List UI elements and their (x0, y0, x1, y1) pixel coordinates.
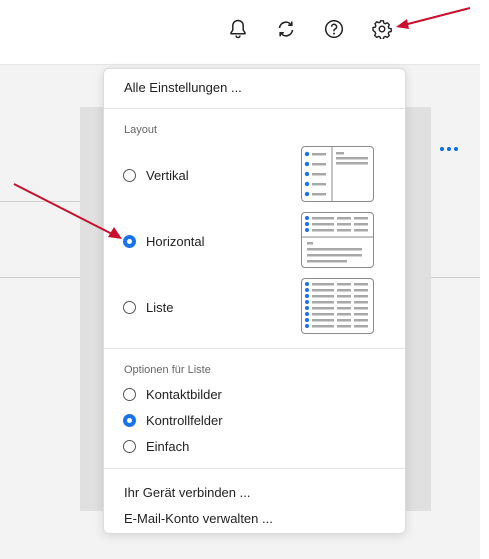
window-edge (480, 0, 489, 559)
help-icon[interactable] (318, 13, 350, 45)
radio-button[interactable] (123, 169, 136, 182)
layout-option-label: Horizontal (146, 234, 205, 249)
list-option-contact-pictures[interactable]: Kontaktbilder (123, 387, 222, 402)
layout-option-list[interactable]: Liste (123, 300, 173, 315)
list-option-checkboxes[interactable]: Kontrollfelder (123, 413, 223, 428)
list-option-label: Kontaktbilder (146, 387, 222, 402)
menu-separator (104, 468, 405, 469)
radio-button-selected[interactable] (123, 235, 136, 248)
more-options-icon[interactable] (440, 140, 460, 158)
layout-option-horizontal[interactable]: Horizontal (123, 234, 205, 249)
manage-account-link[interactable]: E-Mail-Konto verwalten ... (124, 511, 273, 526)
radio-button-selected[interactable] (123, 414, 136, 427)
top-toolbar (0, 0, 480, 65)
settings-gear-icon[interactable] (366, 13, 398, 45)
layout-option-label: Liste (146, 300, 174, 315)
list-layout-thumbnail[interactable] (301, 278, 374, 334)
sync-icon[interactable] (270, 13, 302, 45)
bell-icon[interactable] (222, 13, 254, 45)
list-option-label: Einfach (146, 439, 190, 454)
list-option-simple[interactable]: Einfach (123, 439, 189, 454)
list-options-heading: Optionen für Liste (124, 364, 211, 376)
menu-separator (104, 348, 405, 349)
radio-button[interactable] (123, 388, 136, 401)
layout-option-vertical[interactable]: Vertikal (123, 168, 189, 183)
horizontal-layout-thumbnail[interactable] (301, 212, 374, 268)
list-option-label: Kontrollfelder (146, 413, 223, 428)
radio-button[interactable] (123, 440, 136, 453)
menu-separator (104, 108, 405, 109)
radio-button[interactable] (123, 301, 136, 314)
connect-device-link[interactable]: Ihr Gerät verbinden ... (124, 485, 250, 500)
settings-dropdown-menu: Alle Einstellungen ... Layout Vertikal H… (103, 68, 406, 534)
layout-heading: Layout (124, 124, 158, 136)
layout-option-label: Vertikal (146, 168, 189, 183)
vertical-layout-thumbnail[interactable] (301, 146, 374, 202)
all-settings-link[interactable]: Alle Einstellungen ... (124, 80, 242, 95)
